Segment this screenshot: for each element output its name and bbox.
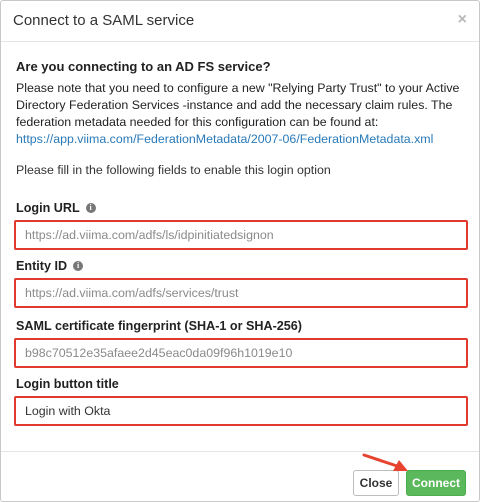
connect-button[interactable]: Connect xyxy=(406,470,466,496)
info-circle-icon[interactable]: i xyxy=(73,261,84,271)
login-url-group: Login URL i xyxy=(14,199,468,250)
entity-id-label: Entity ID xyxy=(16,259,68,273)
adfs-heading: Are you connecting to an AD FS service? xyxy=(16,59,271,74)
entity-id-group: Entity ID i xyxy=(14,257,468,308)
dialog-header: Connect to a SAML service × xyxy=(1,1,479,42)
login-url-label-row: Login URL i xyxy=(16,199,468,217)
close-icon[interactable]: × xyxy=(458,11,467,29)
button-title-label: Login button title xyxy=(16,377,119,391)
login-url-highlight xyxy=(14,220,468,250)
entity-id-label-row: Entity ID i xyxy=(16,257,468,275)
login-url-label: Login URL xyxy=(16,201,80,215)
instruction-text: Please fill in the following fields to e… xyxy=(16,163,331,177)
button-title-highlight xyxy=(14,396,468,426)
adfs-note: Please note that you need to configure a… xyxy=(16,80,468,148)
saml-dialog: Connect to a SAML service × Are you conn… xyxy=(0,0,480,502)
fingerprint-input[interactable] xyxy=(16,340,466,366)
button-title-group: Login button title xyxy=(14,375,468,426)
login-url-input[interactable] xyxy=(16,222,466,248)
info-circle-icon[interactable]: i xyxy=(85,203,96,213)
entity-id-input[interactable] xyxy=(16,280,466,306)
dialog-title: Connect to a SAML service xyxy=(13,12,195,29)
federation-metadata-link[interactable]: https://app.viima.com/FederationMetadata… xyxy=(16,132,433,146)
dialog-body: Are you connecting to an AD FS service? … xyxy=(14,59,468,426)
button-title-label-row: Login button title xyxy=(16,375,468,393)
red-arrow-icon xyxy=(362,453,408,471)
button-title-input[interactable] xyxy=(16,398,466,424)
adfs-note-text: Please note that you need to configure a… xyxy=(16,81,460,129)
fingerprint-highlight xyxy=(14,338,468,368)
fingerprint-label-row: SAML certificate fingerprint (SHA-1 or S… xyxy=(16,317,468,335)
fingerprint-group: SAML certificate fingerprint (SHA-1 or S… xyxy=(14,317,468,368)
fingerprint-label: SAML certificate fingerprint (SHA-1 or S… xyxy=(16,319,302,333)
entity-id-highlight xyxy=(14,278,468,308)
